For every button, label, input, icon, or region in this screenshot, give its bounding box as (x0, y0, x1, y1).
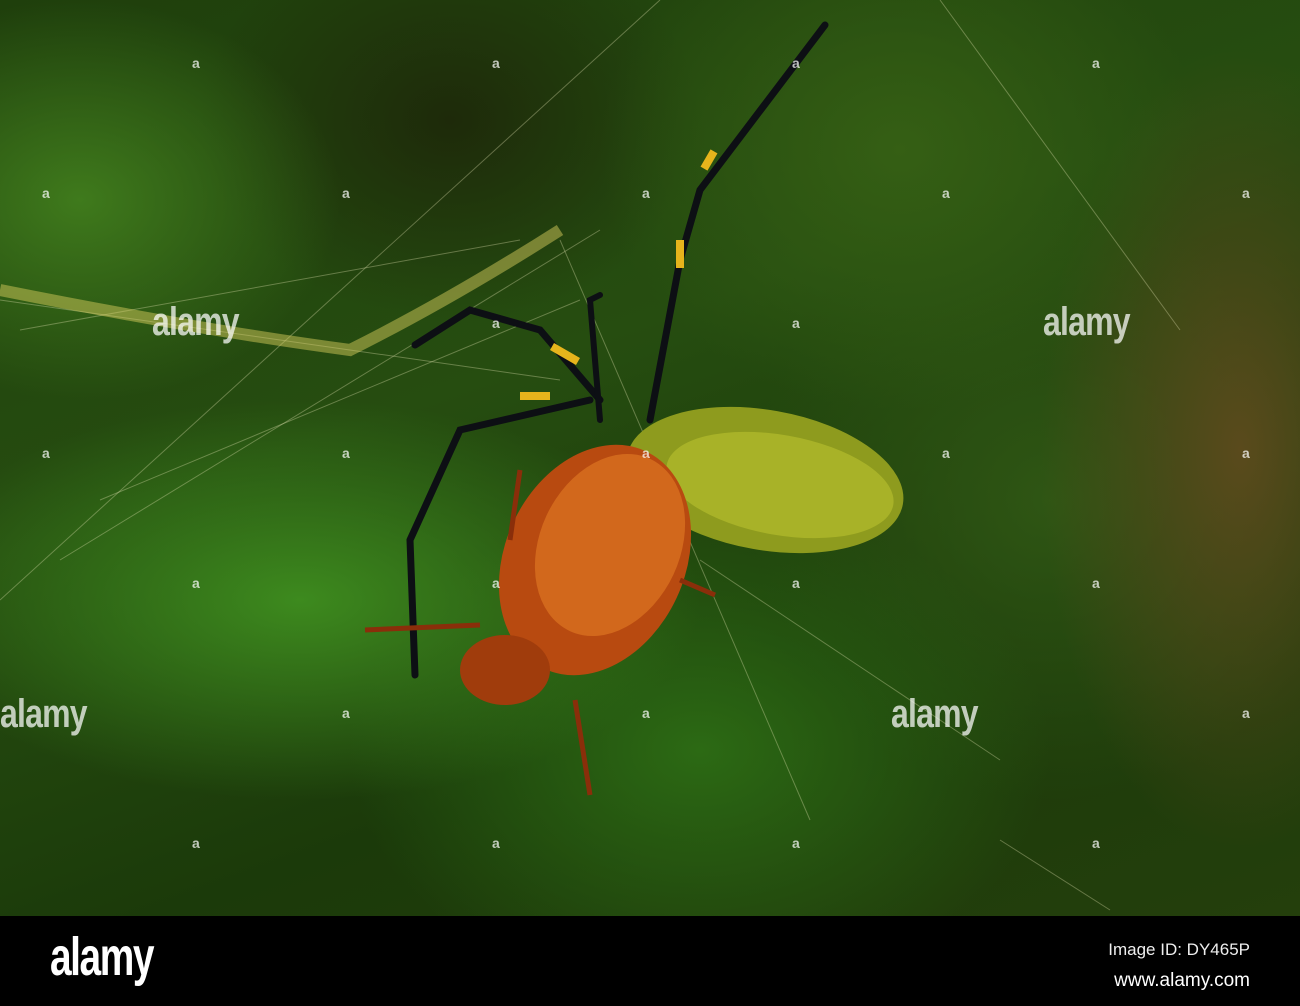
watermark-dot: a (492, 315, 500, 331)
watermark-logo: alamy (891, 692, 979, 736)
watermark-logo: alamy (1043, 300, 1131, 344)
watermark-dot: a (942, 185, 950, 201)
beetle-head (460, 635, 550, 705)
spider-beetle-illustration (0, 0, 1181, 911)
watermark-dot: a (942, 445, 950, 461)
watermark-dot: a (642, 705, 650, 721)
watermark-dot: a (192, 55, 200, 71)
watermark-dot: a (1092, 575, 1100, 591)
watermark-dot: a (1242, 705, 1250, 721)
watermark-dot: a (1242, 445, 1250, 461)
watermark-dot: a (492, 835, 500, 851)
watermark-dot: a (1092, 55, 1100, 71)
watermark-dot: a (792, 575, 800, 591)
image-id: Image ID: DY465P (1108, 940, 1250, 959)
footer-bar: alamy Image ID: DY465P www.alamy.com (0, 916, 1300, 1006)
watermark-dot: a (42, 445, 50, 461)
watermark-dot: a (1242, 185, 1250, 201)
watermark-dot: a (792, 835, 800, 851)
watermark-logo: alamy (152, 300, 240, 344)
photo: alamy alamy alamy alamy a a a a a a a a … (0, 0, 1300, 916)
site-url: www.alamy.com (1114, 970, 1250, 991)
watermark-dot: a (192, 575, 200, 591)
watermark-dot: a (192, 835, 200, 851)
leg-bands (520, 149, 718, 400)
watermark-dot: a (492, 575, 500, 591)
watermark-dot: a (342, 445, 350, 461)
watermark-logo: alamy (0, 692, 88, 736)
watermark-dot: a (42, 185, 50, 201)
watermark-dot: a (1092, 835, 1100, 851)
watermark-dot: a (342, 185, 350, 201)
stock-photo-page: alamy alamy alamy alamy a a a a a a a a … (0, 0, 1300, 1006)
watermark-dot: a (492, 55, 500, 71)
watermark-dot: a (642, 445, 650, 461)
watermark-dot: a (792, 315, 800, 331)
alamy-logo: alamy (50, 927, 154, 987)
watermark-dot: a (792, 55, 800, 71)
watermark-dot: a (642, 185, 650, 201)
watermark-dot: a (342, 705, 350, 721)
